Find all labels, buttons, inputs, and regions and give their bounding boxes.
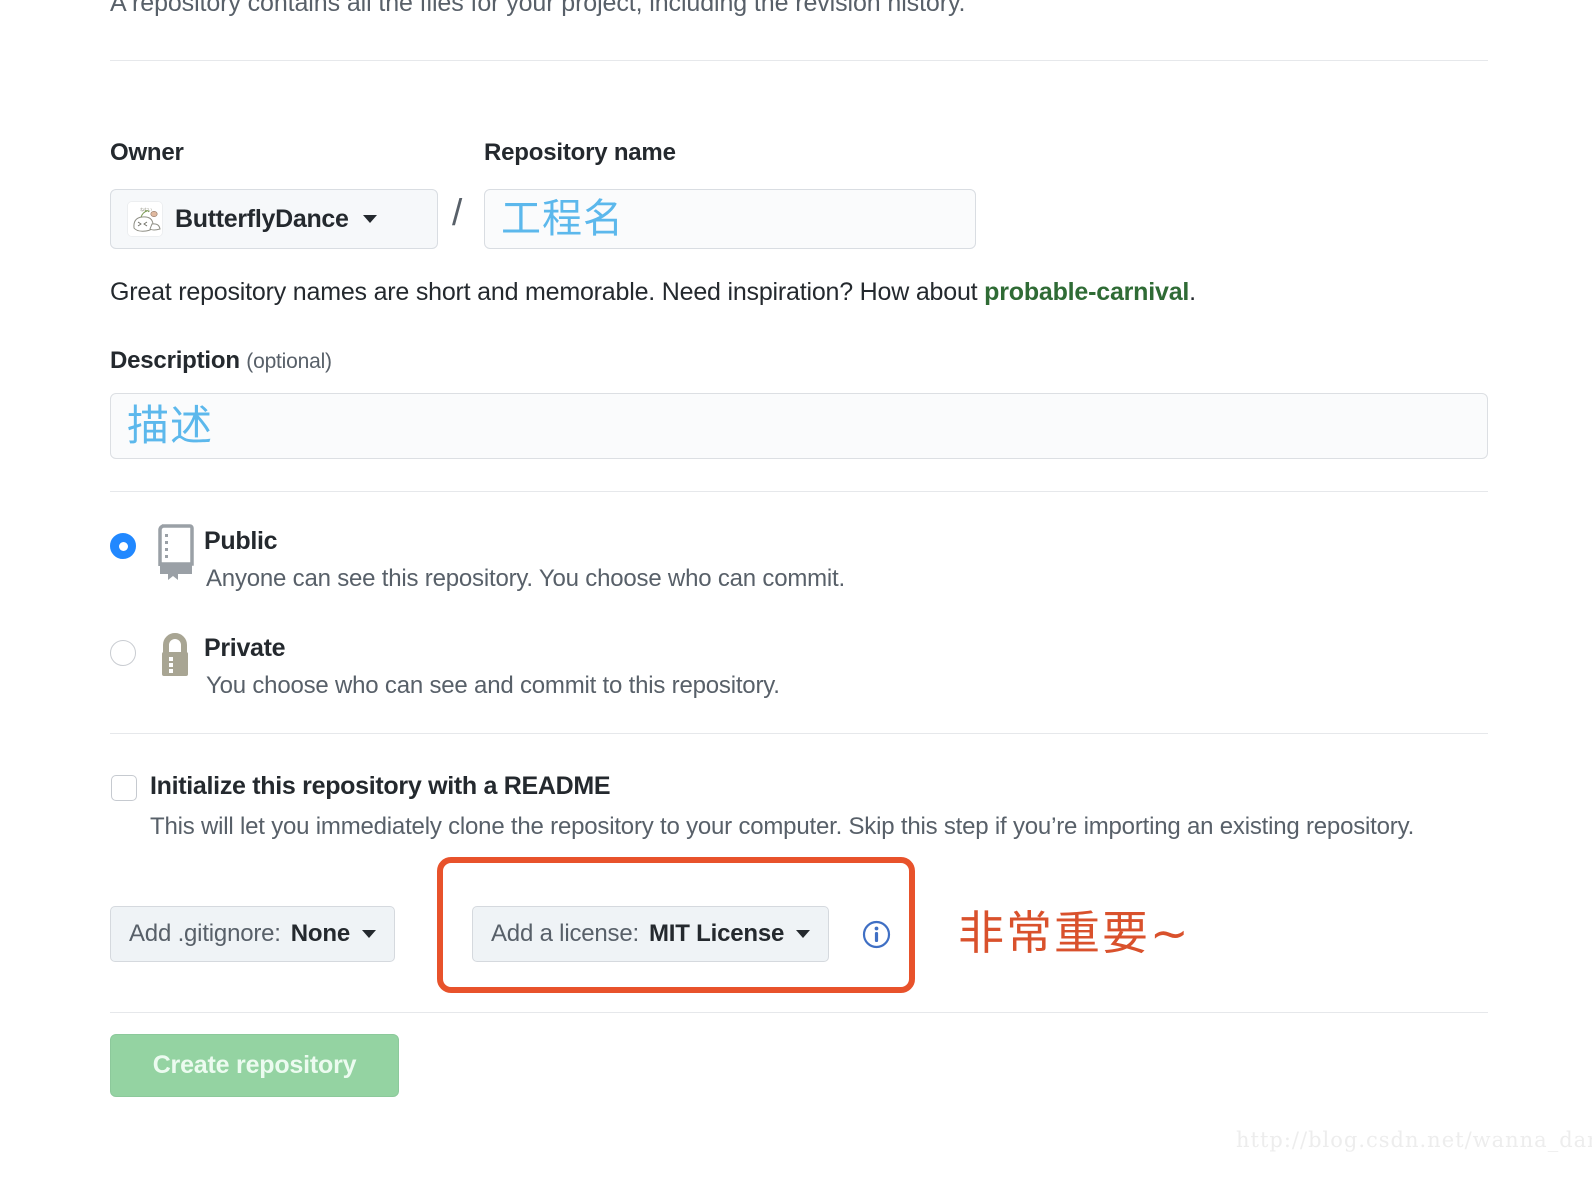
caret-down-icon <box>361 930 376 938</box>
description-optional-text: (optional) <box>246 350 332 373</box>
repository-name-annotation: 工程名 <box>501 196 624 242</box>
license-annotation-text: 非常重要~ <box>958 906 1191 960</box>
radio-private[interactable] <box>110 640 136 666</box>
license-value: MIT License <box>648 920 785 947</box>
create-repository-button[interactable]: Create repository <box>110 1034 399 1097</box>
divider-visibility <box>110 491 1488 492</box>
radio-public[interactable] <box>110 533 136 559</box>
divider-readme <box>110 733 1488 734</box>
info-circle-icon[interactable] <box>862 920 891 949</box>
description-annotation: 描述 <box>127 401 214 450</box>
hint-prefix: Great repository names are short and mem… <box>110 278 985 306</box>
watermark: http://blog.csdn.net/wanna_dance <box>1236 1128 1592 1152</box>
divider-submit <box>110 1012 1488 1013</box>
readme-subtitle: This will let you immediately clone the … <box>150 813 1415 840</box>
owner-select-button[interactable]: ねむい ButterflyDance <box>110 189 438 249</box>
gitignore-prefix: Add .gitignore: <box>129 920 281 947</box>
visibility-public-subtitle: Anyone can see this repository. You choo… <box>206 565 845 592</box>
repository-name-hint: Great repository names are short and mem… <box>110 276 1196 308</box>
lock-icon <box>154 631 196 692</box>
visibility-private-title: Private <box>204 634 286 662</box>
owner-name-label: ButterflyDance <box>175 204 349 233</box>
visibility-public-title: Public <box>204 527 278 555</box>
intro-text: A repository contains all the files for … <box>110 0 966 17</box>
create-repository-form: A repository contains all the files for … <box>0 0 1592 1178</box>
visibility-option-private[interactable]: Private You choose who can see and commi… <box>110 631 1010 711</box>
readme-title: Initialize this repository with a README <box>150 772 611 800</box>
caret-down-icon <box>362 215 377 223</box>
gitignore-select-button[interactable]: Add .gitignore: None <box>110 906 395 962</box>
readme-section: Initialize this repository with a README… <box>110 772 1488 892</box>
visibility-private-subtitle: You choose who can see and commit to thi… <box>206 672 780 699</box>
visibility-option-public[interactable]: Public Anyone can see this repository. Y… <box>110 524 1010 604</box>
license-select-button[interactable]: Add a license: MIT License <box>472 906 830 962</box>
repository-name-label: Repository name <box>484 139 676 166</box>
readme-checkbox[interactable] <box>111 775 137 801</box>
owner-label: Owner <box>110 139 184 166</box>
description-label: Description (optional) <box>110 347 332 375</box>
suggested-name-link[interactable]: probable-carnival <box>984 278 1189 306</box>
description-label-text: Description <box>110 347 240 374</box>
repo-book-icon <box>154 524 196 585</box>
divider-top <box>110 60 1488 61</box>
description-input[interactable]: 描述 <box>110 393 1488 459</box>
repository-name-input[interactable]: 工程名 <box>484 189 976 249</box>
cartoon-seal-avatar: ねむい <box>127 201 163 237</box>
owner-repo-separator: / <box>452 192 463 233</box>
hint-suffix: . <box>1189 278 1196 306</box>
license-prefix: Add a license: <box>491 920 639 947</box>
gitignore-value: None <box>290 920 350 947</box>
caret-down-icon <box>796 930 811 938</box>
